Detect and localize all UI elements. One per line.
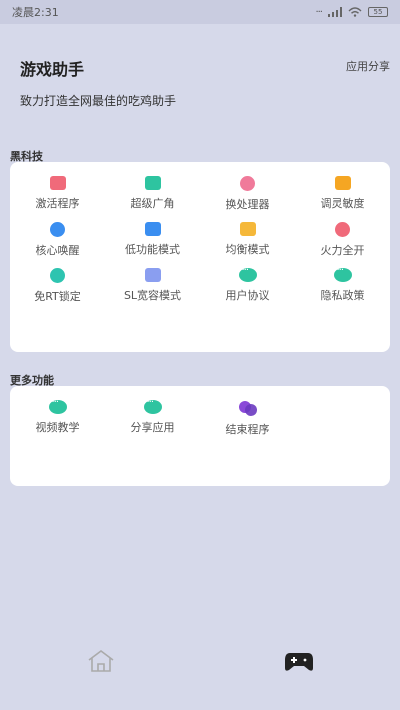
more-features-card: 视频教学 分享应用 结束程序 — [10, 386, 390, 486]
feature-item[interactable]: 均衡模式 — [200, 222, 295, 268]
feature-item[interactable]: 结束程序 — [200, 400, 295, 446]
bottom-tab-bar — [0, 630, 400, 690]
eye-icon — [50, 268, 65, 283]
gamepad-icon — [144, 268, 161, 282]
feature-label: 结束程序 — [225, 423, 270, 436]
feature-item[interactable]: 调灵敏度 — [295, 176, 390, 222]
more-features-grid: 视频教学 分享应用 结束程序 — [10, 386, 390, 446]
home-icon[interactable] — [86, 648, 116, 674]
chat-bubble-icon — [143, 397, 162, 414]
balance-icon — [239, 222, 256, 236]
feature-label: 超级广角 — [130, 197, 175, 210]
printer-icon — [334, 176, 351, 190]
feature-label: 调灵敏度 — [320, 197, 365, 210]
chat-bubble-icon — [333, 265, 352, 282]
monitor-icon — [49, 176, 66, 190]
cpu-icon — [240, 176, 255, 191]
share-app-link[interactable]: 应用分享 — [346, 58, 390, 74]
feature-label: 视频教学 — [35, 421, 80, 434]
status-bar: 凌晨2:31 ··· 55 — [0, 0, 400, 24]
feature-item[interactable]: 视频教学 — [10, 397, 105, 446]
feature-item[interactable]: 免RT锁定 — [10, 268, 105, 314]
status-time: 凌晨2:31 — [12, 6, 59, 19]
feature-item[interactable]: 核心唤醒 — [10, 222, 105, 268]
chat-bubble-icon — [238, 265, 257, 282]
feature-label: 低功能模式 — [125, 243, 180, 256]
feature-label: 免RT锁定 — [34, 290, 81, 303]
feature-label: 均衡模式 — [225, 243, 270, 256]
feature-item[interactable]: 用户协议 — [200, 265, 295, 314]
black-tech-card: 激活程序 超级广角 换处理器 调灵敏度核心唤醒 低功能模式 均衡模式 火力全开免RT锁定 SL… — [10, 162, 390, 352]
wave-icon — [50, 222, 65, 237]
feature-label: 核心唤醒 — [35, 244, 80, 257]
header: 游戏助手 应用分享 — [20, 56, 390, 80]
battery-icon: 55 — [368, 7, 388, 17]
feature-item[interactable]: 超级广角 — [105, 176, 200, 222]
page-title: 游戏助手 — [20, 60, 85, 79]
fire-icon — [335, 222, 350, 237]
feature-label: 分享应用 — [130, 421, 175, 434]
feature-label: 隐私政策 — [320, 289, 365, 302]
feature-item[interactable]: 分享应用 — [105, 397, 200, 446]
feature-item[interactable]: 换处理器 — [200, 176, 295, 222]
feature-label: 换处理器 — [225, 198, 270, 211]
image-icon — [144, 176, 161, 190]
feature-item[interactable]: 隐私政策 — [295, 265, 390, 314]
feature-label: 火力全开 — [320, 244, 365, 257]
black-tech-grid: 激活程序 超级广角 换处理器 调灵敏度核心唤醒 低功能模式 均衡模式 火力全开免RT锁定 SL… — [10, 162, 390, 314]
dots-icon: ··· — [315, 6, 322, 18]
feature-label: SL宽容模式 — [123, 289, 182, 302]
chip-icon — [144, 222, 161, 236]
feature-item[interactable]: 激活程序 — [10, 176, 105, 222]
feature-item[interactable]: 低功能模式 — [105, 222, 200, 268]
feature-label: 用户协议 — [225, 289, 270, 302]
wifi-icon — [348, 7, 362, 17]
feature-label: 激活程序 — [35, 197, 80, 210]
gamepad-icon[interactable] — [284, 648, 314, 674]
feature-item[interactable]: SL宽容模式 — [105, 268, 200, 314]
bubbles-icon — [238, 400, 258, 416]
tagline: 致力打造全网最佳的吃鸡助手 — [20, 94, 177, 108]
feature-item[interactable]: 火力全开 — [295, 222, 390, 268]
signal-icon — [328, 7, 342, 17]
chat-bubble-icon — [48, 397, 67, 414]
